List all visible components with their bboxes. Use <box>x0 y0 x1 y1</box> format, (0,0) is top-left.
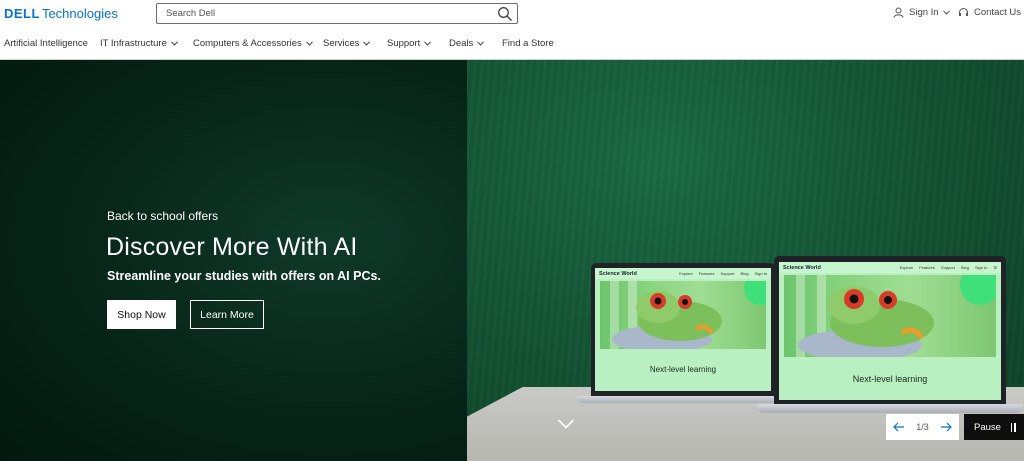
nav-item-artificial-intelligence[interactable]: Artificial Intelligence <box>4 38 88 49</box>
nav-item-it-infrastructure[interactable]: IT Infrastructure <box>100 38 178 49</box>
chevron-down-icon <box>942 10 950 15</box>
nav-item-services[interactable]: Services <box>323 38 371 49</box>
user-icon <box>893 7 904 18</box>
nav-item-label: Computers & Accessories <box>193 38 302 49</box>
learn-more-button[interactable]: Learn More <box>190 300 264 329</box>
screen-brand: Science World <box>783 264 821 271</box>
screen-header: Science World Explore Features Support B… <box>595 268 771 279</box>
nav-item-deals[interactable]: Deals <box>449 38 485 49</box>
menu-icon: ☰ <box>993 265 997 270</box>
screen-nav-item: Explore <box>679 271 693 276</box>
dell-technologies-logo[interactable]: DELL Technologies <box>4 6 118 22</box>
nav-item-label: Artificial Intelligence <box>4 38 88 49</box>
logo-technologies: Technologies <box>41 6 118 21</box>
screen-nav-item: Support <box>940 265 955 270</box>
sign-in-label: Sign In <box>909 7 939 18</box>
screen-nav-item: Support <box>720 271 735 276</box>
arrow-left-icon[interactable] <box>893 422 905 432</box>
laptop-back: Science World Explore Features Support B… <box>591 263 775 396</box>
screen-nav-item: Explore <box>899 265 914 270</box>
screen-nav-item: Blog <box>740 271 749 276</box>
carousel-pause-button[interactable]: Pause <box>964 414 1024 440</box>
chevron-down-icon <box>171 41 178 46</box>
search-box <box>156 3 518 24</box>
laptop-screen: Science World Explore Features Support B… <box>595 268 771 391</box>
hero-banner: Back to school offers Discover More With… <box>0 60 1024 461</box>
screen-caption: Next-level learning <box>852 374 928 384</box>
laptop-back-base <box>577 396 791 403</box>
screen-nav-item: Sign In <box>754 271 767 276</box>
screen-header: Science World Explore Features Support B… <box>779 262 1001 273</box>
frog-photo <box>600 281 766 349</box>
pause-label: Pause <box>974 421 1001 433</box>
screen-nav-item: Features <box>698 271 715 276</box>
sign-in-button[interactable]: Sign In <box>893 7 955 18</box>
contact-us-button[interactable]: Contact Us <box>958 7 1021 18</box>
chevron-down-icon <box>305 41 313 46</box>
search-input[interactable] <box>157 4 487 23</box>
nav-item-label: IT Infrastructure <box>100 38 167 49</box>
nav-item-label: Services <box>323 38 360 49</box>
nav-item-label: Support <box>387 38 421 49</box>
laptop-front-base <box>757 404 1023 413</box>
nav-item-label: Deals <box>449 38 474 49</box>
screen-nav-item: Sign In <box>974 265 988 270</box>
shop-now-button[interactable]: Shop Now <box>107 300 176 329</box>
arrow-right-icon[interactable] <box>940 422 952 432</box>
hero-subline: Streamline your studies with offers on A… <box>107 269 381 283</box>
contact-us-label: Contact Us <box>974 7 1021 18</box>
scroll-down-icon[interactable] <box>557 418 575 430</box>
screen-brand: Science World <box>599 270 637 277</box>
screen-caption: Next-level learning <box>649 365 717 374</box>
chevron-down-icon <box>363 41 371 46</box>
carousel-pager: 1/3 <box>886 414 959 440</box>
screen-nav-item: Features <box>919 265 935 270</box>
nav-item-support[interactable]: Support <box>387 38 432 49</box>
frog-illustration <box>798 275 996 357</box>
pause-icon <box>1010 422 1016 432</box>
frog-illustration <box>612 281 766 349</box>
frog-photo <box>784 275 996 357</box>
chevron-down-icon <box>424 41 432 46</box>
nav-item-find-a-store[interactable]: Find a Store <box>502 38 554 49</box>
screen-nav: Explore Features Support Blog Sign In ☰ <box>900 265 997 270</box>
logo-dell: DELL <box>4 6 40 21</box>
chevron-down-icon <box>477 41 485 46</box>
nav-item-computers-accessories[interactable]: Computers & Accessories <box>193 38 313 49</box>
nav-item-label: Find a Store <box>502 38 554 49</box>
hero-headline: Discover More With AI <box>106 233 358 261</box>
search-icon[interactable] <box>497 6 513 22</box>
top-bar: DELL Technologies Sign In Contact Us <box>0 0 1024 30</box>
hero-eyebrow: Back to school offers <box>107 209 219 223</box>
carousel-page-indicator: 1/3 <box>916 422 929 432</box>
screen-nav-item: Blog <box>960 265 969 270</box>
headset-icon <box>959 8 968 16</box>
laptop-screen: Science World Explore Features Support B… <box>779 262 1001 400</box>
screen-nav: Explore Features Support Blog Sign In <box>679 271 767 276</box>
laptop-front: Science World Explore Features Support B… <box>774 256 1006 406</box>
